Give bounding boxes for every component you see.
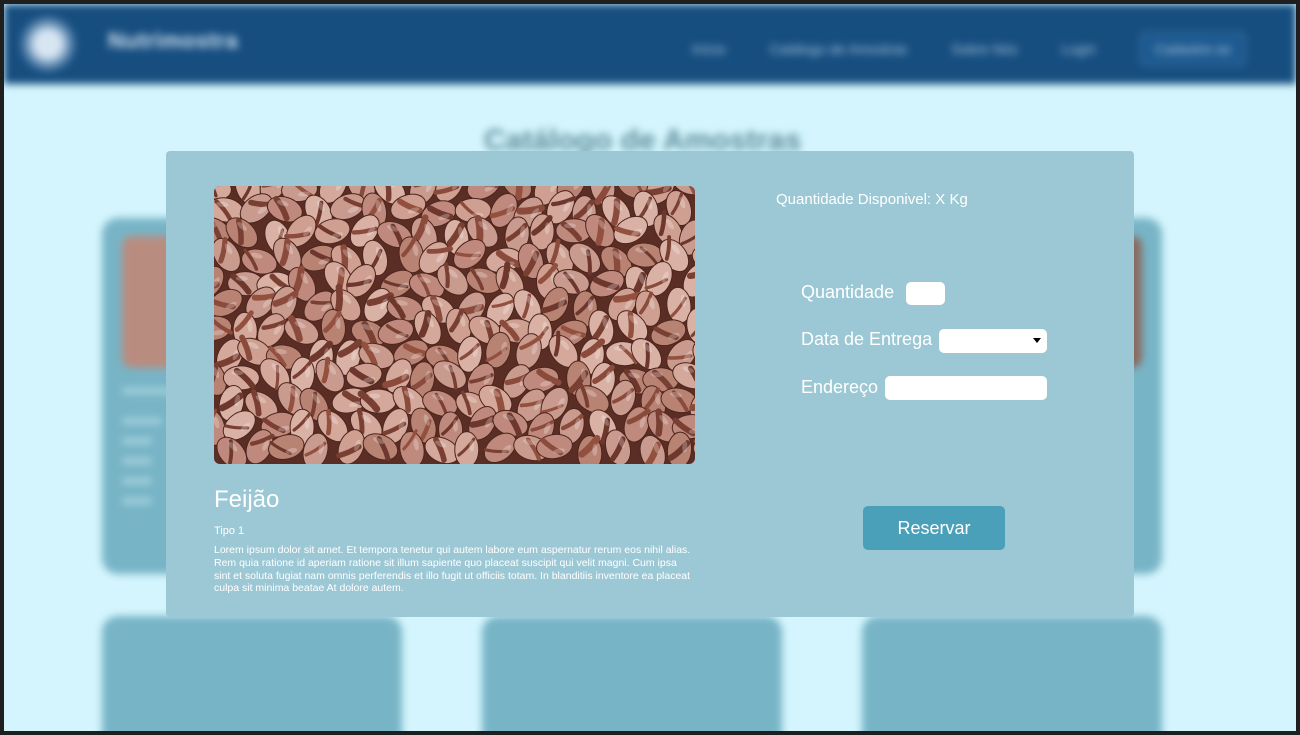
card-text-line	[122, 498, 152, 504]
product-type: Tipo 1	[214, 525, 245, 537]
brand-name: Nutrimostra	[108, 28, 239, 53]
product-modal: Feijão Tipo 1 Lorem ipsum dolor sit amet…	[166, 151, 1134, 617]
nav-link-catalogo[interactable]: Catálogo de Amostras	[770, 41, 908, 57]
quantity-input[interactable]	[906, 282, 945, 305]
app-frame: Nutrimostra Início Catálogo de Amostras …	[4, 4, 1296, 731]
catalog-card[interactable]	[102, 616, 402, 731]
delivery-date-label: Data de Entrega	[801, 329, 933, 349]
logo-icon	[18, 14, 78, 74]
quantity-available: Quantidade Disponivel: X Kg	[776, 191, 968, 208]
reserve-button[interactable]: Reservar	[863, 506, 1005, 550]
nav-links: Início Catálogo de Amostras Sobre Nós Lo…	[692, 32, 1246, 66]
quantity-label: Quantidade	[801, 282, 895, 302]
bean-shape	[357, 388, 397, 414]
catalog-card[interactable]	[482, 616, 782, 731]
caret-down-icon	[1033, 338, 1041, 343]
card-text-line	[122, 438, 152, 444]
catalog-card[interactable]	[862, 616, 1162, 731]
nav-link-inicio[interactable]: Início	[692, 41, 725, 57]
bean-shape	[454, 431, 480, 464]
signup-button[interactable]: Cadastre-se	[1139, 32, 1246, 66]
nav-link-sobre[interactable]: Sobre Nós	[951, 41, 1017, 57]
card-text-line	[122, 458, 152, 464]
product-name: Feijão	[214, 486, 280, 513]
card-text-line	[122, 478, 152, 484]
product-image	[214, 186, 695, 464]
beans-photo	[214, 186, 695, 464]
delivery-date-select[interactable]	[939, 329, 1047, 353]
card-text-line	[122, 418, 162, 424]
address-label: Endereço	[801, 377, 879, 397]
nav-link-login[interactable]: Login	[1061, 41, 1095, 57]
navbar: Nutrimostra Início Catálogo de Amostras …	[4, 4, 1296, 84]
address-input[interactable]	[885, 376, 1047, 400]
product-description: Lorem ipsum dolor sit amet. Et tempora t…	[214, 544, 691, 595]
